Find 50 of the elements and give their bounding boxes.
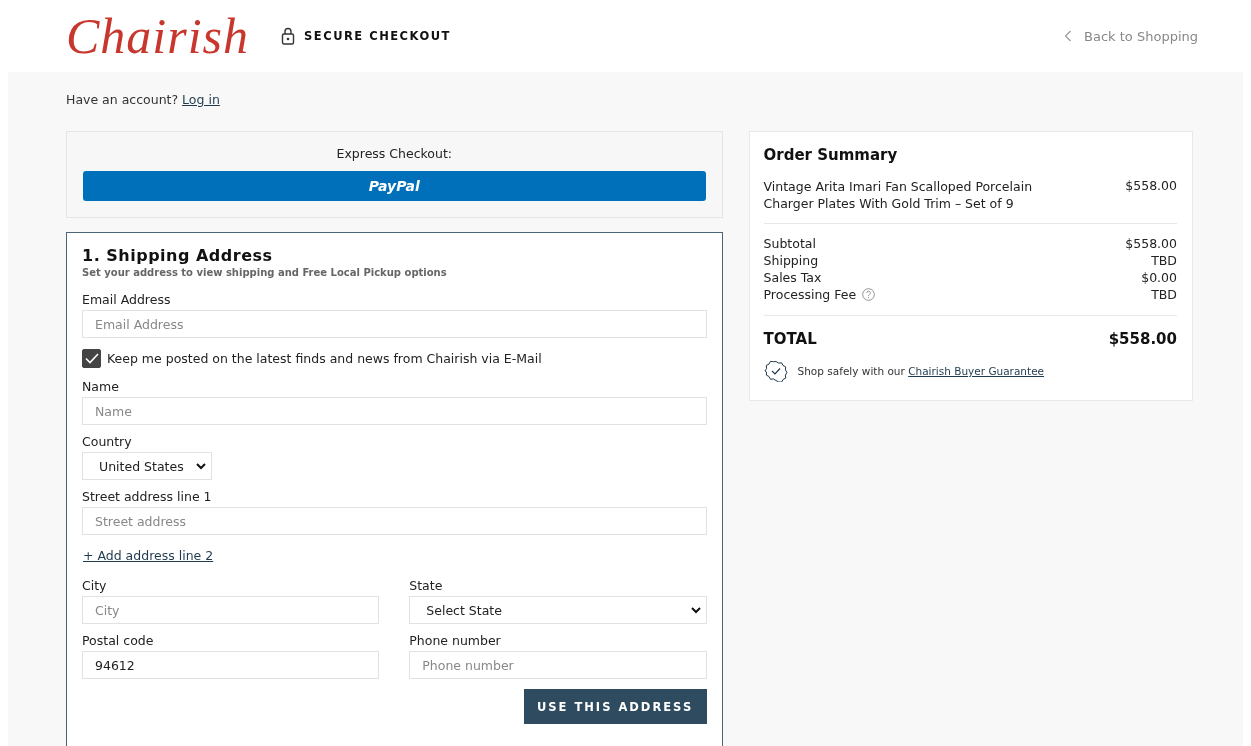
lock-icon: [281, 27, 296, 45]
caret-icon: [196, 462, 206, 470]
total-label: TOTAL: [763, 330, 817, 348]
field-label: Country: [82, 434, 133, 449]
field-label: Email Address: [82, 292, 172, 307]
input-field[interactable]: City: [82, 596, 380, 624]
field-label: City: [82, 578, 108, 593]
summary-label: Sales Tax: [763, 269, 822, 286]
input-field[interactable]: Name: [82, 397, 707, 425]
input-field[interactable]: Email Address: [82, 310, 707, 338]
express-checkout-label: Express Checkout:: [335, 146, 453, 161]
field-label: State: [409, 578, 444, 593]
summary-value: $0.00: [1141, 269, 1177, 286]
field-label: Name: [82, 379, 120, 394]
check-badge-icon: [763, 360, 788, 382]
total-value: $558.00: [1108, 330, 1177, 348]
use-this-address-button[interactable]: USE THIS ADDRESS: [523, 689, 707, 724]
caret-icon: [690, 606, 701, 614]
help-icon: [862, 288, 876, 301]
checkbox-label: Keep me posted on the latest finds and news from Chairish via E-Mail: [107, 351, 542, 366]
section-title: 1. Shipping Address: [82, 246, 274, 265]
summary-value: TBD: [1151, 252, 1177, 269]
item-price: $558.00: [1125, 178, 1177, 195]
field-label: Postal code: [82, 633, 155, 648]
guarantee-link[interactable]: Chairish Buyer Guarantee: [908, 365, 1045, 377]
logo[interactable]: Chairish: [66, 11, 250, 61]
dropdown[interactable]: United States: [82, 452, 212, 480]
summary-label: Subtotal: [763, 235, 816, 252]
secure-checkout-label: SECURE CHECKOUT: [304, 29, 451, 43]
field-label: Phone number: [409, 633, 502, 648]
chevron-left-icon: [1064, 30, 1073, 42]
dropdown[interactable]: Select State: [409, 596, 707, 624]
login-link[interactable]: Log in: [182, 92, 220, 107]
summary-label: Shipping: [763, 252, 819, 269]
account-prompt: Have an account?: [66, 92, 179, 107]
summary-value: TBD: [1151, 286, 1177, 303]
add-address-link[interactable]: + Add address line 2: [83, 548, 214, 563]
checkbox[interactable]: [82, 349, 101, 368]
section-subtitle: Set your address to view shipping and Free Local Pickup options: [82, 267, 448, 278]
summary-value: $558.00: [1125, 235, 1177, 252]
field-label: Street address line 1: [82, 489, 213, 504]
guarantee-text: Shop safely with our Chairish Buyer Guarantee: [797, 365, 1045, 377]
checkmark-icon: [84, 353, 99, 364]
input-field[interactable]: Street address: [82, 507, 707, 535]
item-name: Vintage Arita Imari Fan Scalloped Porcelain Charger Plates With Gold Trim – Set of 9: [763, 178, 1034, 212]
input-field[interactable]: Phone number: [409, 651, 707, 679]
paypal-button[interactable]: PayPal: [83, 171, 706, 201]
input-field[interactable]: 94612: [82, 651, 380, 679]
summary-title: Order Summary: [763, 146, 899, 164]
summary-label: Processing Fee: [763, 286, 857, 303]
